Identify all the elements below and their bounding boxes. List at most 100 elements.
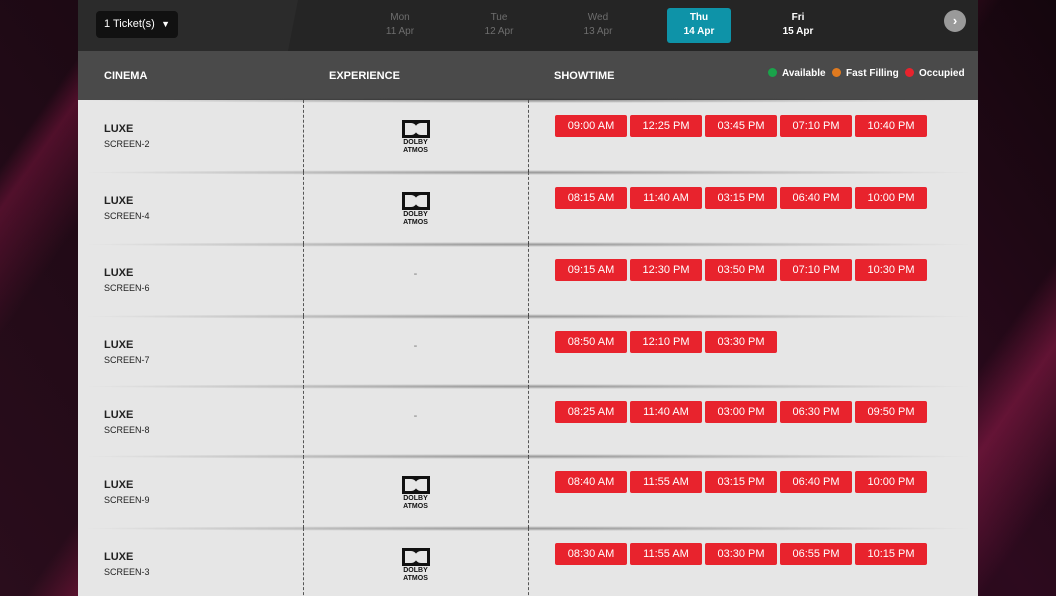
showtime-button[interactable]: 11:55 AM: [630, 471, 702, 493]
showtime-button[interactable]: 03:50 PM: [705, 259, 777, 281]
screen-name: SCREEN-9: [104, 495, 150, 505]
showtime-button[interactable]: 10:15 PM: [855, 543, 927, 565]
legend-occupied-label: Occupied: [919, 68, 965, 79]
showtime-button[interactable]: 09:00 AM: [555, 115, 627, 137]
date-day-month: 12 Apr: [484, 26, 514, 37]
date-bar: 1 Ticket(s) ▼ Mon 11 Apr Tue 12 Apr Wed 13 Ap…: [78, 0, 978, 51]
showtime-button[interactable]: 06:40 PM: [780, 471, 852, 493]
column-cinema: CINEMA: [104, 70, 148, 82]
dolby-double-d-icon: [401, 192, 430, 210]
cinema-name: LUXE: [104, 195, 134, 207]
ticket-count-dropdown[interactable]: 1 Ticket(s) ▼: [96, 11, 178, 38]
column-divider: [528, 456, 529, 528]
showtime-button[interactable]: 06:55 PM: [780, 543, 852, 565]
showtime-button[interactable]: 12:30 PM: [630, 259, 702, 281]
showtime-button[interactable]: 11:40 AM: [630, 401, 702, 423]
date-tab-tue[interactable]: Tue 12 Apr: [467, 8, 531, 43]
experience-cell: -: [303, 406, 528, 424]
experience-label: DOLBY ATMOS: [403, 139, 428, 154]
experience-none: -: [413, 340, 418, 352]
showtime-button[interactable]: 03:15 PM: [705, 471, 777, 493]
experience-label: DOLBY ATMOS: [403, 495, 428, 510]
date-day-of-week: Thu: [689, 12, 709, 23]
showtime-button[interactable]: 08:50 AM: [555, 331, 627, 353]
showtime-button[interactable]: 06:30 PM: [780, 401, 852, 423]
showtime-button[interactable]: 08:15 AM: [555, 187, 627, 209]
showtime-button[interactable]: 09:50 PM: [855, 401, 927, 423]
legend-available: Available: [768, 68, 826, 79]
dolby-double-d-icon: [401, 548, 430, 566]
date-day-month: 11 Apr: [385, 26, 415, 37]
showtime-button[interactable]: 11:40 AM: [630, 187, 702, 209]
column-divider: [528, 316, 529, 388]
table-row: LUXE SCREEN-9 DOLBY ATMOS 08:40 AM 11:55 AM 0…: [78, 454, 978, 528]
dolby-atmos-logo: DOLBY ATMOS: [398, 120, 434, 155]
showtime-button[interactable]: 09:15 AM: [555, 259, 627, 281]
experience-cell: DOLBY ATMOS: [303, 548, 528, 585]
legend-occupied: Occupied: [905, 68, 965, 79]
showtime-button[interactable]: 10:30 PM: [855, 259, 927, 281]
showtime-button[interactable]: 03:45 PM: [705, 115, 777, 137]
dolby-double-d-icon: [401, 120, 430, 138]
dolby-atmos-logo: DOLBY ATMOS: [398, 192, 434, 227]
showtime-button[interactable]: 12:10 PM: [630, 331, 702, 353]
cinema-name: LUXE: [104, 479, 134, 491]
table-row: LUXE SCREEN-2 DOLBY ATMOS 09:00 AM 12:25 PM 0…: [78, 98, 978, 172]
showtime-list: 08:50 AM 12:10 PM 03:30 PM: [555, 331, 780, 353]
column-divider: [528, 386, 529, 458]
showtime-button[interactable]: 07:10 PM: [780, 259, 852, 281]
showtime-button[interactable]: 10:40 PM: [855, 115, 927, 137]
column-experience: EXPERIENCE: [329, 70, 400, 82]
screen-name: SCREEN-6: [104, 283, 150, 293]
experience-cell: -: [303, 336, 528, 354]
column-divider: [528, 100, 529, 172]
showtime-list: 08:40 AM 11:55 AM 03:15 PM 06:40 PM 10:00 PM: [555, 471, 930, 493]
showtime-button[interactable]: 08:25 AM: [555, 401, 627, 423]
showtime-button[interactable]: 08:30 AM: [555, 543, 627, 565]
date-tab-wed[interactable]: Wed 13 Apr: [566, 8, 630, 43]
dolby-atmos-logo: DOLBY ATMOS: [398, 476, 434, 511]
showtime-button[interactable]: 11:55 AM: [630, 543, 702, 565]
dolby-atmos-logo: DOLBY ATMOS: [398, 548, 434, 583]
screen-name: SCREEN-8: [104, 425, 150, 435]
cinema-name: LUXE: [104, 339, 134, 351]
showtime-button[interactable]: 03:15 PM: [705, 187, 777, 209]
date-day-of-week: Mon: [390, 12, 410, 23]
experience-label: DOLBY ATMOS: [403, 567, 428, 582]
showtime-button[interactable]: 03:30 PM: [705, 543, 777, 565]
table-row: LUXE SCREEN-4 DOLBY ATMOS 08:15 AM 11:40 AM 0…: [78, 170, 978, 244]
date-tab-thu[interactable]: Thu 14 Apr: [667, 8, 731, 43]
experience-none: -: [413, 268, 418, 280]
showtime-list: 09:15 AM 12:30 PM 03:50 PM 07:10 PM 10:30 PM: [555, 259, 930, 281]
date-day-of-week: Fri: [791, 12, 805, 23]
showtime-button[interactable]: 08:40 AM: [555, 471, 627, 493]
showtime-button[interactable]: 06:40 PM: [780, 187, 852, 209]
date-day-month: 13 Apr: [583, 26, 613, 37]
showtime-button[interactable]: 03:30 PM: [705, 331, 777, 353]
date-tab-mon[interactable]: Mon 11 Apr: [368, 8, 432, 43]
showtime-button[interactable]: 10:00 PM: [855, 187, 927, 209]
table-header: CINEMA EXPERIENCE SHOWTIME Available Fas…: [78, 51, 978, 100]
experience-label: DOLBY ATMOS: [403, 211, 428, 226]
screen-name: SCREEN-4: [104, 211, 150, 221]
table-row: LUXE SCREEN-6 - 09:15 AM 12:30 PM 03:50 PM 07:…: [78, 242, 978, 316]
chevron-right-icon[interactable]: ›: [944, 10, 966, 32]
showtime-button[interactable]: 12:25 PM: [630, 115, 702, 137]
experience-none: -: [413, 410, 418, 422]
table-row: LUXE SCREEN-3 DOLBY ATMOS 08:30 AM 11:55 AM 0…: [78, 526, 978, 596]
showtime-button[interactable]: 07:10 PM: [780, 115, 852, 137]
showtime-list: 08:30 AM 11:55 AM 03:30 PM 06:55 PM 10:15 PM: [555, 543, 930, 565]
caret-down-icon: ▼: [161, 19, 170, 29]
legend-fast-filling-label: Fast Filling: [846, 68, 899, 79]
date-day-month: 14 Apr: [683, 26, 715, 37]
showtime-list: 09:00 AM 12:25 PM 03:45 PM 07:10 PM 10:40 PM: [555, 115, 930, 137]
column-showtime: SHOWTIME: [554, 70, 615, 82]
column-divider: [528, 172, 529, 244]
date-tab-fri[interactable]: Fri 15 Apr: [766, 8, 830, 43]
experience-cell: DOLBY ATMOS: [303, 192, 528, 229]
legend-fast-filling-dot: [832, 68, 841, 77]
showtime-button[interactable]: 03:00 PM: [705, 401, 777, 423]
screen-name: SCREEN-3: [104, 567, 150, 577]
showtime-button[interactable]: 10:00 PM: [855, 471, 927, 493]
screen-name: SCREEN-2: [104, 139, 150, 149]
